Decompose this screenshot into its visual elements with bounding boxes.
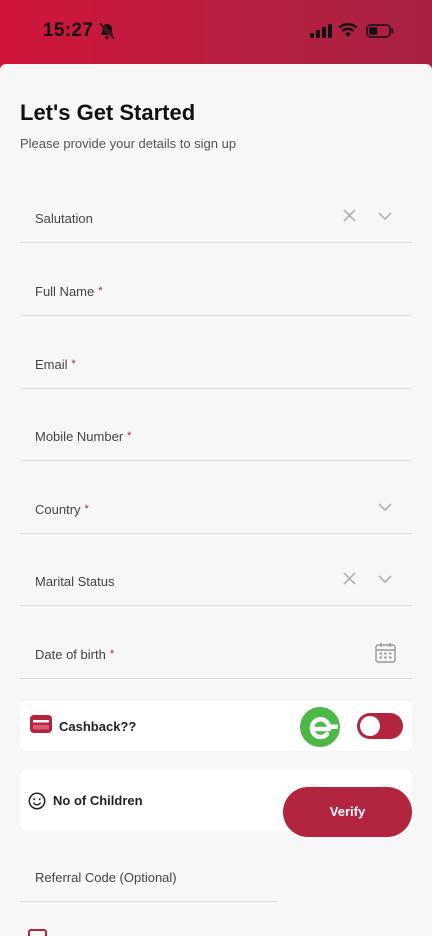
email-label: Email	[35, 357, 68, 372]
calendar-icon[interactable]	[375, 642, 396, 663]
required-marker: *	[84, 503, 89, 515]
signal-icon	[310, 24, 332, 38]
email-field[interactable]: Email *	[20, 335, 412, 389]
clear-icon[interactable]	[343, 209, 356, 222]
page-subtitle: Please provide your details to sign up	[20, 136, 237, 151]
required-marker: *	[71, 358, 76, 370]
cashback-toggle[interactable]	[357, 713, 403, 739]
date-of-birth-label: Date of birth	[35, 647, 106, 662]
salutation-label: Salutation	[35, 211, 93, 226]
referral-code-label: Referral Code (Optional)	[35, 870, 177, 885]
marital-status-select[interactable]: Marital Status	[20, 552, 412, 606]
country-label: Country	[35, 502, 81, 517]
full-name-field[interactable]: Full Name *	[20, 262, 412, 316]
mobile-number-label: Mobile Number	[35, 429, 124, 444]
card-icon	[30, 715, 52, 733]
battery-icon	[366, 24, 394, 38]
e-logo-icon	[300, 707, 340, 747]
full-name-label: Full Name	[35, 284, 95, 299]
marital-status-label: Marital Status	[35, 574, 115, 589]
status-bar: 15:27	[0, 0, 432, 66]
smiley-icon	[28, 792, 46, 810]
children-label: No of Children	[53, 793, 143, 808]
bell-slash-icon	[98, 22, 116, 40]
chevron-down-icon[interactable]	[378, 575, 392, 584]
cashback-label: Cashback??	[59, 719, 137, 734]
verify-button[interactable]: Verify	[283, 787, 412, 837]
wifi-icon	[338, 23, 358, 37]
referral-code-field[interactable]: Referral Code (Optional)	[20, 848, 278, 902]
date-of-birth-field[interactable]: Date of birth *	[20, 625, 412, 679]
required-marker: *	[98, 285, 103, 297]
mobile-number-field[interactable]: Mobile Number *	[20, 407, 412, 461]
chevron-down-icon[interactable]	[378, 503, 392, 512]
status-time: 15:27	[43, 20, 94, 41]
cashback-card: Cashback??	[20, 701, 412, 751]
chevron-down-icon[interactable]	[378, 212, 392, 221]
country-select[interactable]: Country *	[20, 480, 412, 534]
required-marker: *	[127, 430, 132, 442]
toggle-knob	[360, 716, 380, 736]
salutation-select[interactable]: Salutation	[20, 189, 412, 243]
clear-icon[interactable]	[343, 572, 356, 585]
page-title: Let's Get Started	[20, 100, 196, 125]
terms-checkbox[interactable]	[28, 929, 47, 936]
required-marker: *	[109, 648, 115, 660]
